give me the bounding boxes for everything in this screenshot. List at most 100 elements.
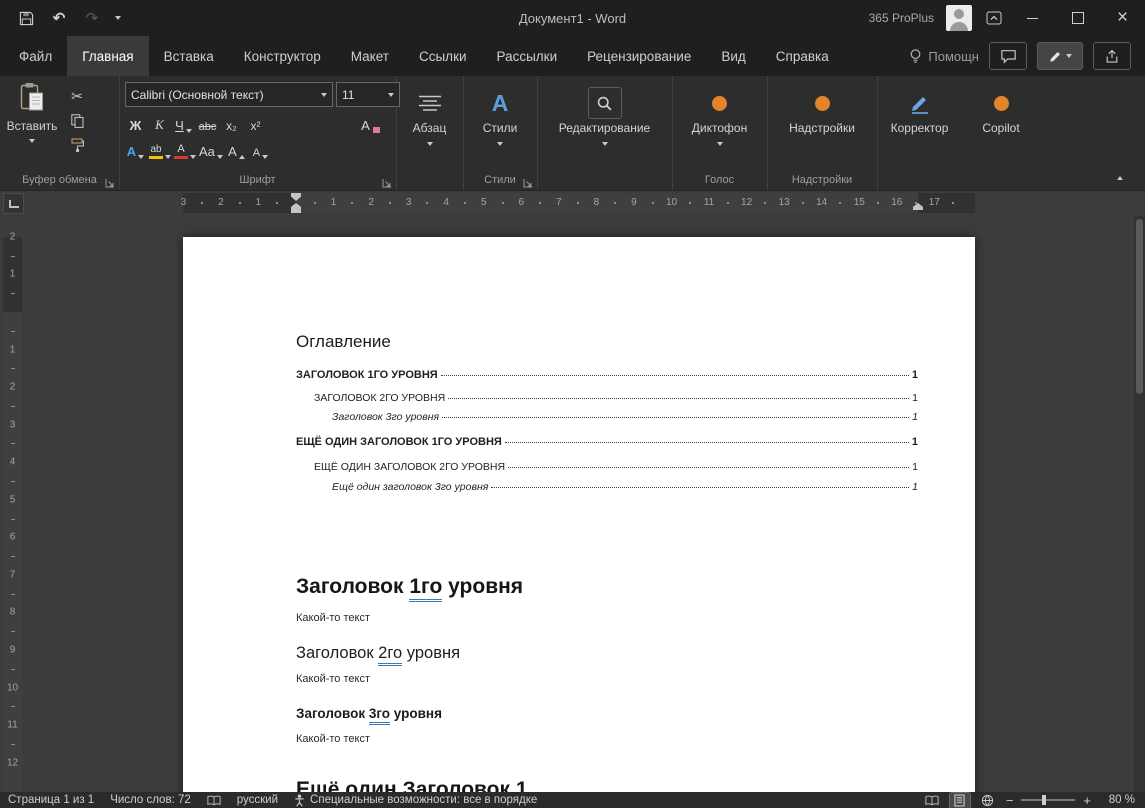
editing-menu-button[interactable]: Редактирование bbox=[537, 76, 672, 146]
account-label[interactable]: 365 ProPlus bbox=[869, 11, 934, 25]
toc-entry[interactable]: Ещё один заголовок 3го уровня1 bbox=[332, 481, 918, 493]
clipboard-dialog-launcher-icon[interactable] bbox=[105, 175, 115, 185]
paste-button[interactable]: Вставить bbox=[6, 82, 58, 164]
tab-home[interactable]: Главная bbox=[67, 36, 148, 76]
toc-entry[interactable]: Заголовок 3го уровня1 bbox=[332, 411, 918, 423]
customize-qat-chevron-icon[interactable] bbox=[115, 16, 121, 20]
ruler-number: 13 bbox=[779, 197, 790, 208]
tab-review[interactable]: Рецензирование bbox=[572, 36, 706, 76]
font-dialog-launcher-icon[interactable] bbox=[382, 175, 392, 185]
dictate-button[interactable]: Диктофон bbox=[672, 76, 767, 146]
toc-entry[interactable]: ЗАГОЛОВОК 2ГО УРОВНЯ1 bbox=[314, 392, 918, 404]
tab-design[interactable]: Конструктор bbox=[229, 36, 336, 76]
web-layout-button[interactable] bbox=[978, 793, 998, 808]
strikethrough-button[interactable]: abc bbox=[197, 112, 218, 135]
language-indicator[interactable]: русский bbox=[237, 794, 278, 806]
assistant-button[interactable]: Помощн bbox=[909, 48, 979, 65]
text-effects-chevron-icon bbox=[138, 155, 144, 159]
format-painter-button[interactable] bbox=[64, 134, 90, 156]
vertical-scrollbar[interactable] bbox=[1134, 216, 1145, 792]
undo-icon[interactable] bbox=[49, 8, 69, 28]
font-name-chevron-icon bbox=[321, 93, 327, 97]
font-color-chevron-icon bbox=[190, 155, 196, 159]
toc-entry[interactable]: ЕЩЁ ОДИН ЗАГОЛОВОК 2ГО УРОВНЯ1 bbox=[314, 461, 918, 473]
addins-group-label: Надстройки bbox=[767, 174, 877, 186]
collapse-ribbon-chevron-icon[interactable] bbox=[1111, 172, 1129, 184]
tab-help[interactable]: Справка bbox=[761, 36, 844, 76]
horizontal-ruler: 3211234567891011121314151617 bbox=[0, 190, 1145, 216]
font-name-combobox[interactable]: Calibri (Основной текст) bbox=[125, 82, 333, 107]
tab-references[interactable]: Ссылки bbox=[404, 36, 482, 76]
styles-icon bbox=[492, 88, 509, 118]
underline-button[interactable]: Ч bbox=[173, 112, 194, 135]
tab-insert[interactable]: Вставка bbox=[149, 36, 229, 76]
cut-button[interactable] bbox=[64, 86, 90, 108]
editing-group: Редактирование bbox=[537, 76, 673, 190]
ruler-tick bbox=[11, 406, 15, 407]
tabrow-right-tools: Помощн bbox=[909, 36, 1145, 76]
text-effects-button[interactable]: А bbox=[125, 138, 146, 161]
maximize-button[interactable] bbox=[1055, 0, 1100, 36]
editor-button[interactable]: Корректор bbox=[877, 76, 962, 135]
superscript-button[interactable]: x² bbox=[245, 112, 266, 135]
format-painter-icon bbox=[70, 138, 84, 152]
toc-entry[interactable]: ЕЩЁ ОДИН ЗАГОЛОВОК 1ГО УРОВНЯ1 bbox=[296, 436, 918, 448]
zoom-slider-thumb[interactable] bbox=[1042, 795, 1046, 805]
shrink-font-button[interactable]: А bbox=[250, 138, 271, 161]
print-layout-button[interactable] bbox=[950, 793, 970, 808]
styles-menu-button[interactable]: Стили bbox=[463, 76, 537, 146]
paragraph-label: Абзац bbox=[413, 121, 447, 135]
paragraph-menu-button[interactable]: Абзац bbox=[396, 76, 463, 146]
zoom-slider[interactable] bbox=[1021, 799, 1075, 801]
tab-stop-selector[interactable] bbox=[3, 193, 24, 214]
heading-1: Заголовок 1го уровня bbox=[296, 575, 918, 599]
zoom-out-button[interactable]: − bbox=[1006, 794, 1014, 807]
avatar[interactable] bbox=[946, 5, 972, 31]
comments-button[interactable] bbox=[989, 42, 1027, 70]
addins-button[interactable]: Надстройки bbox=[767, 76, 877, 135]
copy-button[interactable] bbox=[64, 110, 90, 132]
proofing-status-button[interactable] bbox=[207, 795, 221, 806]
clear-formatting-button[interactable]: А bbox=[360, 112, 381, 135]
share-button[interactable] bbox=[1093, 42, 1131, 70]
ruler-tick bbox=[577, 202, 579, 204]
italic-button[interactable]: К bbox=[149, 112, 170, 135]
draw-pen-button[interactable] bbox=[1037, 42, 1083, 70]
styles-dialog-launcher-icon[interactable] bbox=[523, 175, 533, 185]
subscript-button[interactable]: x₂ bbox=[221, 112, 242, 135]
accessibility-status[interactable]: Специальные возможности: все в порядке bbox=[294, 794, 537, 807]
change-case-button[interactable]: Aa bbox=[199, 138, 223, 161]
highlight-button[interactable]: ab bbox=[149, 138, 171, 161]
read-mode-button[interactable] bbox=[922, 793, 942, 808]
read-mode-icon bbox=[925, 795, 939, 806]
close-button[interactable] bbox=[1100, 0, 1145, 36]
left-indent-marker[interactable] bbox=[291, 210, 301, 213]
ribbon-display-options-icon[interactable] bbox=[984, 8, 1004, 28]
font-size-combobox[interactable]: 11 bbox=[336, 82, 400, 107]
page-indicator[interactable]: Страница 1 из 1 bbox=[8, 794, 94, 806]
scrollbar-thumb[interactable] bbox=[1136, 219, 1143, 394]
tab-view[interactable]: Вид bbox=[706, 36, 760, 76]
tab-layout[interactable]: Макет bbox=[336, 36, 404, 76]
addins-label: Надстройки bbox=[789, 121, 855, 135]
toc-page-number: 1 bbox=[912, 411, 918, 423]
scissors-icon bbox=[71, 88, 83, 106]
font-color-button[interactable]: А bbox=[174, 138, 196, 161]
zoom-in-button[interactable]: + bbox=[1083, 794, 1091, 807]
editing-label: Редактирование bbox=[559, 121, 650, 135]
toc-entry[interactable]: ЗАГОЛОВОК 1ГО УРОВНЯ1 bbox=[296, 369, 918, 381]
save-icon[interactable] bbox=[16, 8, 36, 28]
zoom-percentage[interactable]: 80 % bbox=[1099, 794, 1135, 806]
ruler-tick bbox=[314, 202, 316, 204]
minimize-button[interactable] bbox=[1010, 0, 1055, 36]
ruler-tick bbox=[426, 202, 428, 204]
bold-button[interactable]: Ж bbox=[125, 112, 146, 135]
voice-group: Диктофон Голос bbox=[672, 76, 768, 190]
editor-copilot-group: Корректор Copilot bbox=[877, 76, 1040, 190]
copilot-button[interactable]: Copilot bbox=[962, 76, 1040, 135]
word-count[interactable]: Число слов: 72 bbox=[110, 794, 191, 806]
tab-mailings[interactable]: Рассылки bbox=[482, 36, 573, 76]
document-page[interactable]: Оглавление ЗАГОЛОВОК 1ГО УРОВНЯ1 ЗАГОЛОВ… bbox=[183, 237, 975, 792]
grow-font-button[interactable]: А bbox=[226, 138, 247, 161]
tab-file[interactable]: Файл bbox=[4, 36, 67, 76]
